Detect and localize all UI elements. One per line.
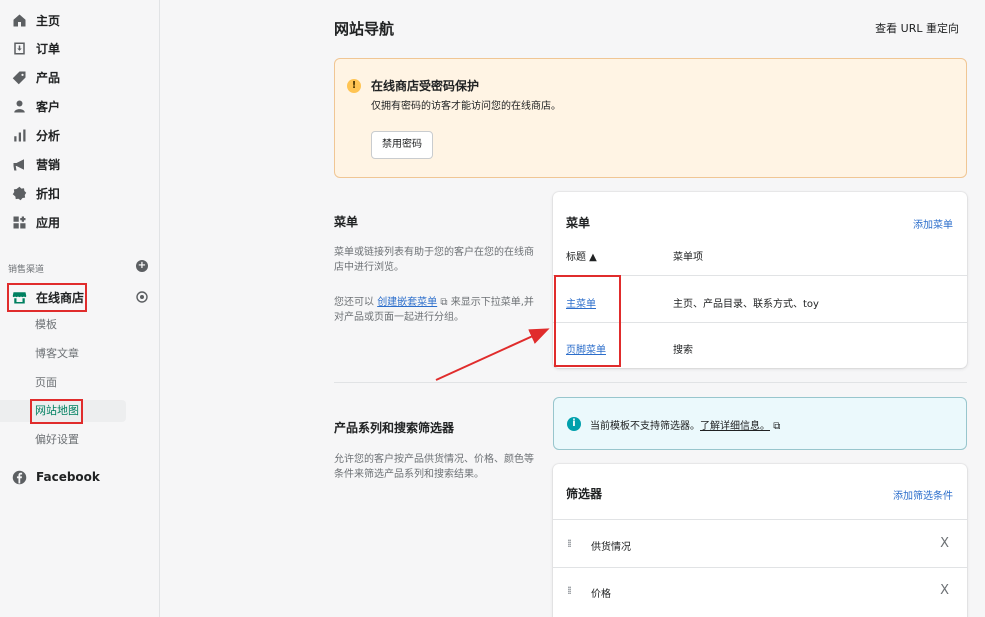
- sidebar-item-label: 产品: [36, 70, 61, 85]
- home-icon: [10, 11, 28, 29]
- info-icon: i: [567, 417, 581, 431]
- sales-channels-heading: 销售渠道: [8, 265, 45, 275]
- disable-password-button[interactable]: 禁用密码: [371, 131, 433, 159]
- highlight-box-navigation: [30, 399, 83, 424]
- row-divider: [553, 519, 967, 520]
- sidebar: 主页 订单 产品 客户 分析 营销 折扣 应用 销售渠道 + 在线商店 模板 博…: [0, 0, 160, 617]
- add-channel-button[interactable]: +: [136, 260, 148, 272]
- remove-filter-button[interactable]: X: [940, 536, 949, 551]
- banner-description: 仅拥有密码的访客才能访问您的在线商店。: [371, 101, 561, 112]
- bar-chart-icon: [10, 126, 28, 144]
- drag-handle-icon[interactable]: ⁞⁞: [567, 584, 572, 597]
- view-url-redirects-button[interactable]: 查看 URL 重定向: [875, 20, 959, 36]
- column-header-title[interactable]: 标题 ▲: [566, 248, 597, 263]
- sidebar-item-label: 折扣: [36, 186, 61, 201]
- page-title: 网站导航: [334, 20, 395, 38]
- sidebar-item-orders[interactable]: 订单: [10, 37, 60, 59]
- drag-handle-icon[interactable]: ⁞⁞: [567, 537, 572, 550]
- section-divider: [334, 382, 967, 383]
- sidebar-item-label: Facebook: [36, 470, 100, 484]
- megaphone-icon: [10, 155, 28, 173]
- sidebar-item-facebook[interactable]: Facebook: [10, 466, 100, 488]
- sidebar-item-label: 主页: [36, 13, 61, 28]
- menu-row-items-footer: 搜索: [673, 345, 693, 356]
- menu-row-items-main: 主页、产品目录、联系方式、toy: [673, 299, 819, 310]
- filter-row-label: 价格: [591, 589, 611, 600]
- hint-prefix: 您还可以: [334, 297, 374, 308]
- warning-icon: !: [347, 79, 361, 93]
- discount-icon: [10, 184, 28, 202]
- person-icon: [10, 97, 28, 115]
- add-menu-button[interactable]: 添加菜单: [913, 216, 953, 231]
- sidebar-item-label: 订单: [36, 41, 61, 56]
- highlight-box-online-store: [7, 283, 87, 312]
- highlight-box-menu-titles: [554, 275, 621, 367]
- filters-section-description: 允许您的客户按产品供货情况、价格、颜色等条件来筛选产品系列和搜索结果。: [334, 454, 534, 480]
- info-text: 当前模板不支持筛选器。了解详细信息。 ⧉: [590, 417, 780, 432]
- filters-card-title: 筛选器: [566, 487, 603, 501]
- banner-title: 在线商店受密码保护: [371, 79, 480, 93]
- learn-more-link[interactable]: 了解详细信息。: [700, 421, 770, 432]
- eye-icon[interactable]: [136, 291, 148, 303]
- sidebar-item-discounts[interactable]: 折扣: [10, 182, 60, 204]
- sidebar-subitem-preferences[interactable]: 偏好设置: [35, 429, 79, 451]
- remove-filter-button[interactable]: X: [940, 583, 949, 598]
- info-message: 当前模板不支持筛选器。: [590, 421, 700, 432]
- sidebar-item-products[interactable]: 产品: [10, 66, 60, 88]
- tag-icon: [10, 68, 28, 86]
- sidebar-subitem-themes[interactable]: 模板: [35, 314, 57, 336]
- sidebar-item-customers[interactable]: 客户: [10, 95, 60, 117]
- password-protection-banner: ! 在线商店受密码保护 仅拥有密码的访客才能访问您的在线商店。 禁用密码: [334, 58, 967, 178]
- sidebar-item-label: 客户: [36, 99, 61, 114]
- sidebar-item-label: 应用: [36, 215, 61, 230]
- facebook-icon: [10, 468, 28, 486]
- external-link-icon: ⧉: [440, 297, 448, 308]
- sidebar-item-home[interactable]: 主页: [10, 9, 60, 31]
- sidebar-subitem-blog-posts[interactable]: 博客文章: [35, 343, 79, 365]
- filter-row-label: 供货情况: [591, 542, 631, 553]
- sidebar-item-label: 分析: [36, 128, 61, 143]
- menus-section-hint: 您还可以 创建嵌套菜单 ⧉ 来显示下拉菜单,并对产品或页面一起进行分组。: [334, 295, 534, 325]
- sidebar-item-analytics[interactable]: 分析: [10, 124, 60, 146]
- sidebar-item-marketing[interactable]: 营销: [10, 153, 60, 175]
- external-link-icon: ⧉: [773, 421, 781, 432]
- filters-section-title: 产品系列和搜索筛选器: [334, 421, 455, 435]
- app: 主页 订单 产品 客户 分析 营销 折扣 应用 销售渠道 + 在线商店 模板 博…: [0, 0, 985, 617]
- menus-section-title: 菜单: [334, 215, 359, 229]
- filters-card: 筛选器 添加筛选条件 ⁞⁞ 供货情况 X ⁞⁞ 价格 X: [553, 464, 967, 617]
- apps-icon: [10, 213, 28, 231]
- menus-card-title: 菜单: [566, 216, 591, 230]
- row-divider: [553, 567, 967, 568]
- create-nested-menu-link[interactable]: 创建嵌套菜单: [377, 297, 437, 308]
- sidebar-subitem-pages[interactable]: 页面: [35, 372, 57, 394]
- add-filter-button[interactable]: 添加筛选条件: [893, 487, 953, 502]
- filters-unsupported-banner: i 当前模板不支持筛选器。了解详细信息。 ⧉: [553, 397, 967, 450]
- menus-section-description: 菜单或链接列表有助于您的客户在您的在线商店中进行浏览。: [334, 247, 534, 273]
- column-header-menu-items: 菜单项: [673, 252, 703, 263]
- sidebar-item-label: 营销: [36, 157, 61, 172]
- orders-icon: [10, 39, 28, 57]
- sidebar-item-apps[interactable]: 应用: [10, 211, 60, 233]
